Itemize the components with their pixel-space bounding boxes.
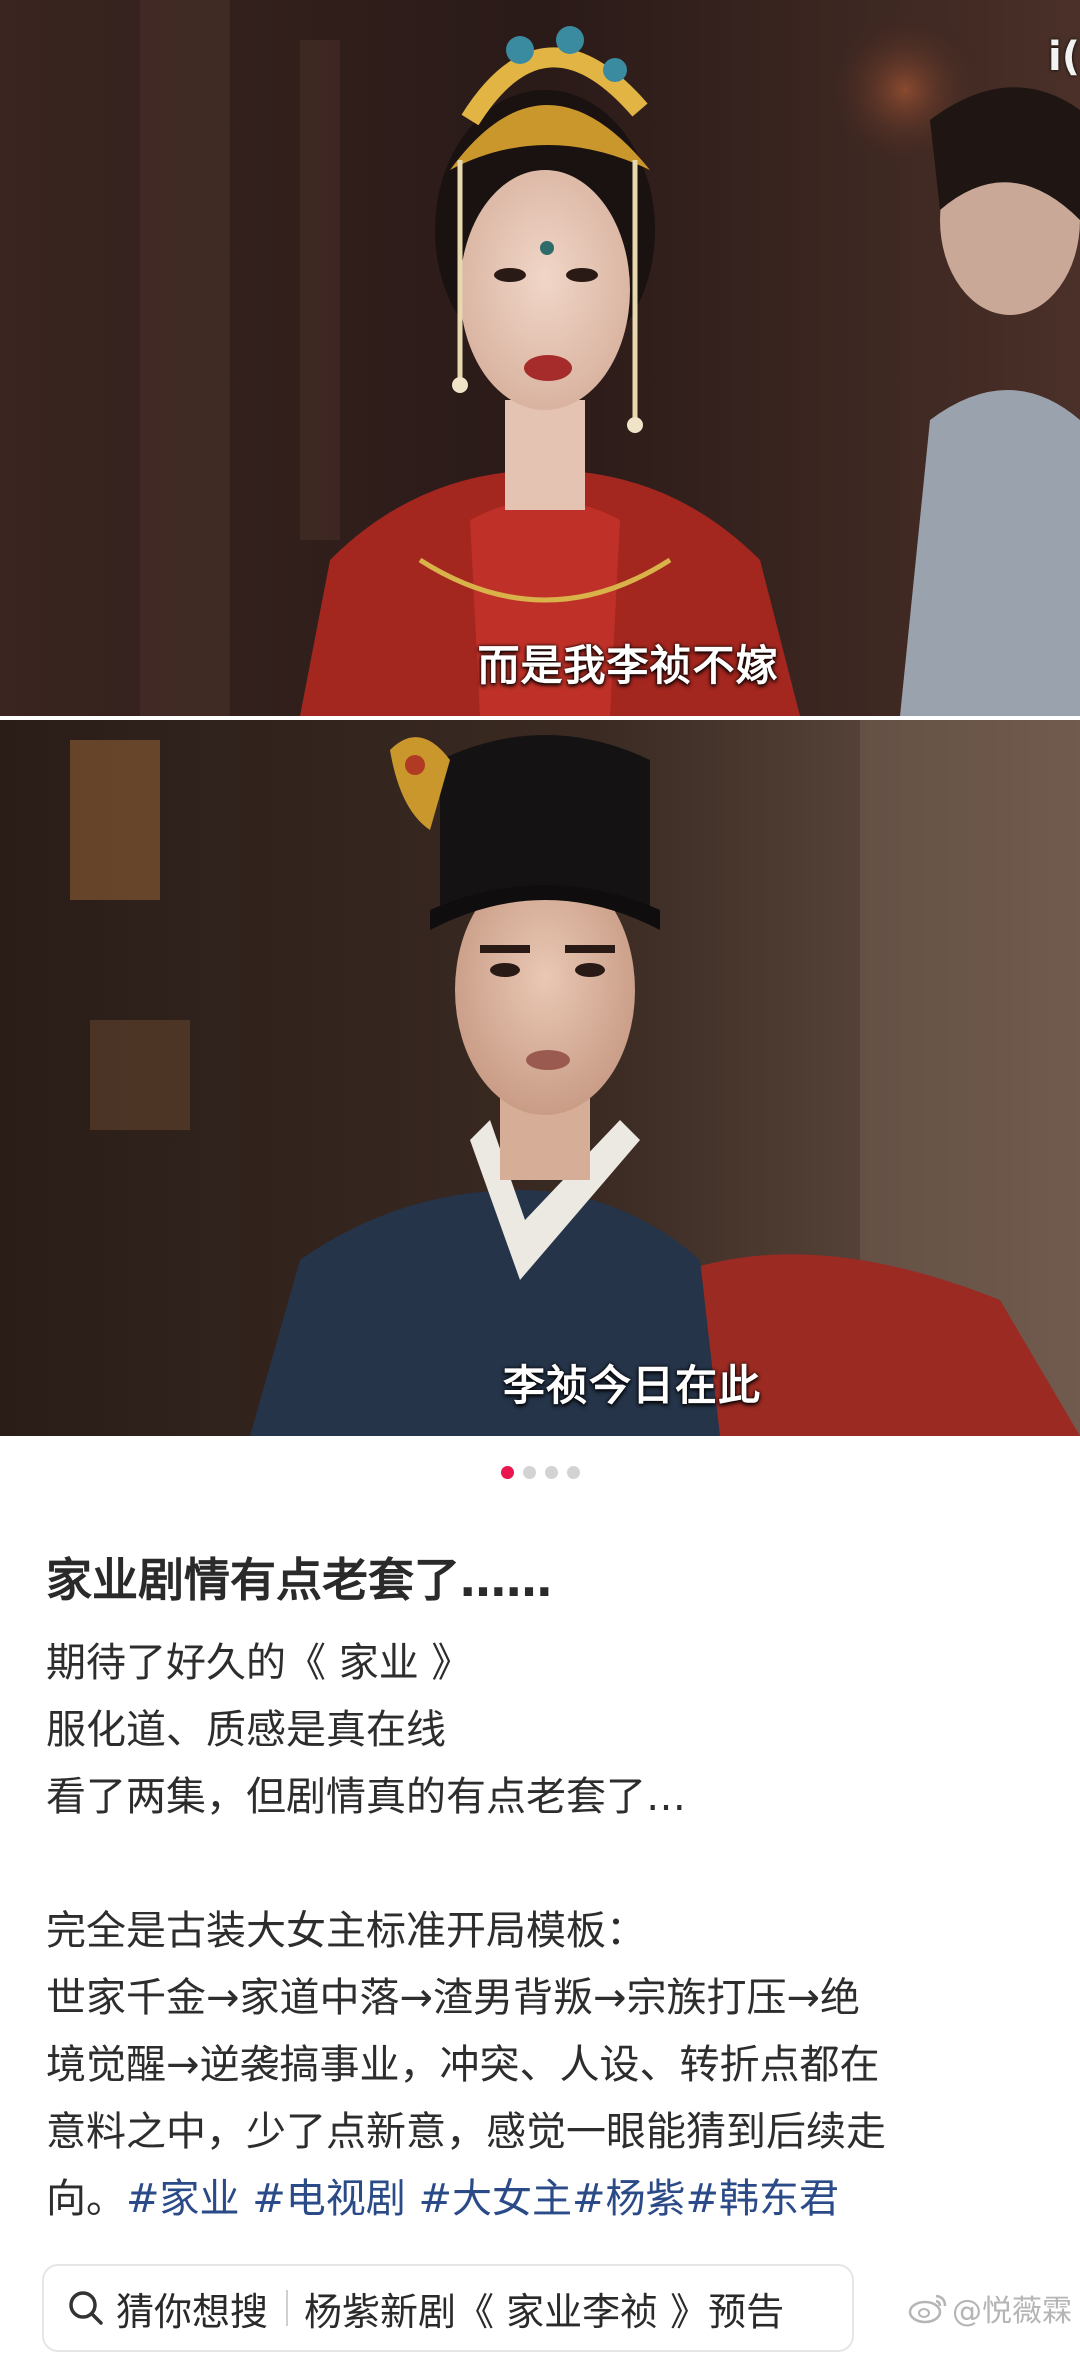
body-text: 向。 bbox=[46, 2176, 126, 2222]
video-still-2[interactable]: 李祯今日在此 bbox=[0, 720, 1080, 1436]
subtitle-text: 李祯今日在此 bbox=[502, 1361, 761, 1410]
post-body: 期待了好久的《 家业 》 服化道、质感是真在线 看了两集，但剧情真的有点老套了…… bbox=[46, 1630, 1046, 2233]
search-suggestion-query[interactable]: 杨紫新剧《 家业李祯 》预告 bbox=[304, 2281, 784, 2336]
hashtag-link[interactable]: #电视剧 bbox=[252, 2176, 418, 2222]
video-still-1[interactable]: 而是我李祯不嫁 i( bbox=[0, 0, 1080, 716]
weibo-logo-icon bbox=[908, 2294, 947, 2324]
carousel-dot[interactable] bbox=[544, 1466, 558, 1479]
hashtag-link[interactable]: #杨紫 bbox=[572, 2176, 686, 2222]
watermark-text: @悦薇霖 bbox=[952, 2294, 1072, 2329]
divider bbox=[286, 2290, 289, 2326]
hashtag-link[interactable]: #韩东君 bbox=[686, 2176, 840, 2222]
subtitle-text: 而是我李祯不嫁 bbox=[477, 641, 779, 690]
search-icon bbox=[69, 2291, 103, 2325]
body-line bbox=[46, 1831, 1046, 1898]
official-still-image bbox=[0, 720, 1080, 1436]
hashtag-link[interactable]: #家业 bbox=[126, 2176, 252, 2222]
search-label: 猜你想搜 bbox=[116, 2289, 269, 2334]
corner-label: i( bbox=[1048, 34, 1080, 80]
body-line: 完全是古装大女主标准开局模板： bbox=[46, 1908, 646, 1954]
watermark: @悦薇霖 bbox=[908, 2286, 1072, 2330]
post-title: 家业剧情有点老套了…… bbox=[46, 1553, 552, 1607]
carousel-dot[interactable] bbox=[522, 1466, 536, 1479]
bride-still-image bbox=[0, 0, 1080, 716]
body-line: 看了两集，但剧情真的有点老套了… bbox=[46, 1774, 686, 1820]
carousel-dot[interactable] bbox=[500, 1466, 514, 1479]
hashtag-link[interactable]: #大女主 bbox=[418, 2176, 572, 2222]
body-line: 境觉醒→逆袭搞事业，冲突、人设、转折点都在 bbox=[46, 2042, 880, 2088]
carousel-indicator bbox=[0, 1466, 1080, 1479]
body-line: 期待了好久的《 家业 》 bbox=[46, 1640, 472, 1686]
body-line: 服化道、质感是真在线 bbox=[46, 1707, 446, 1753]
body-line-with-tags: 向。#家业 #电视剧 #大女主#杨紫#韩东君 bbox=[46, 2166, 1046, 2233]
body-line: 世家千金→家道中落→渣男背叛→宗族打压→绝 bbox=[46, 1975, 861, 2021]
search-suggestion-bar[interactable]: 猜你想搜 杨紫新剧《 家业李祯 》预告 bbox=[42, 2264, 854, 2352]
carousel-dot[interactable] bbox=[566, 1466, 580, 1479]
body-line: 意料之中，少了点新意，感觉一眼能猜到后续走 bbox=[46, 2109, 886, 2155]
